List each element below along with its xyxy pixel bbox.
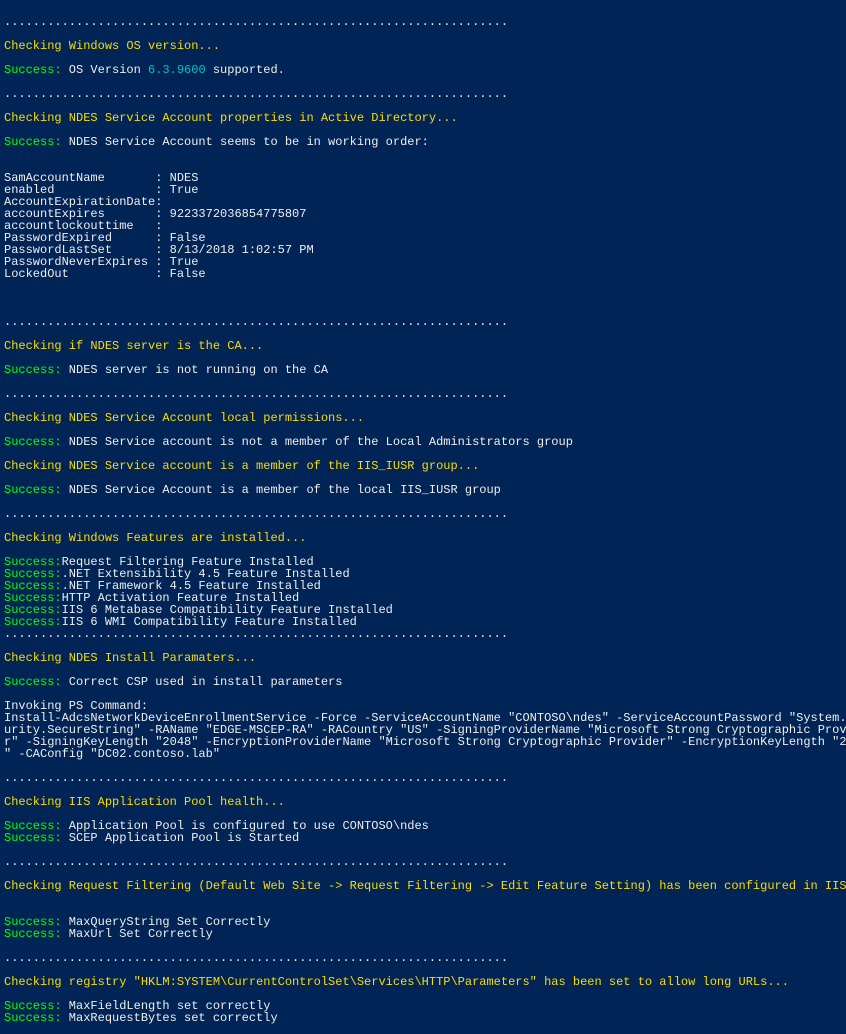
ruler: ........................................… (4, 855, 508, 869)
ruler: ........................................… (4, 315, 508, 329)
success-label: Success: (4, 483, 62, 497)
ruler: ........................................… (4, 507, 508, 521)
heading-iis: Checking IIS Application Pool health... (4, 795, 285, 809)
terminal-output: ........................................… (0, 12, 846, 1024)
heading-ndes-ad: Checking NDES Service Account properties… (4, 111, 458, 125)
heading-os: Checking Windows OS version... (4, 39, 220, 53)
heading-reqfilter: Checking Request Filtering (Default Web … (4, 879, 846, 893)
heading-install: Checking NDES Install Paramaters... (4, 651, 256, 665)
ruler: ........................................… (4, 627, 508, 641)
ruler: ........................................… (4, 87, 508, 101)
success-label: Success: (4, 1011, 62, 1025)
os-version: 6.3.9600 (148, 63, 206, 77)
ndes-account-props: SamAccountName : NDES enabled : True Acc… (4, 171, 314, 281)
ruler: ........................................… (4, 951, 508, 965)
success-label: Success: (4, 927, 62, 941)
heading-features: Checking Windows Features are installed.… (4, 531, 306, 545)
features-list: Success:Request Filtering Feature Instal… (4, 555, 393, 629)
heading-ndes-ca: Checking if NDES server is the CA... (4, 339, 263, 353)
install-cmd: Install-AdcsNetworkDeviceEnrollmentServi… (4, 711, 846, 761)
success-label: Success: (4, 135, 62, 149)
heading-ndes-local-2: Checking NDES Service account is a membe… (4, 459, 479, 473)
ruler: ........................................… (4, 387, 508, 401)
heading-registry: Checking registry "HKLM:SYSTEM\CurrentCo… (4, 975, 789, 989)
success-label: Success: (4, 435, 62, 449)
success-label: Success: (4, 675, 62, 689)
success-label: Success: (4, 831, 62, 845)
success-label: Success: (4, 363, 62, 377)
ruler: ........................................… (4, 771, 508, 785)
ruler: ........................................… (4, 15, 508, 29)
heading-ndes-local-1: Checking NDES Service Account local perm… (4, 411, 364, 425)
success-label: Success: (4, 63, 62, 77)
